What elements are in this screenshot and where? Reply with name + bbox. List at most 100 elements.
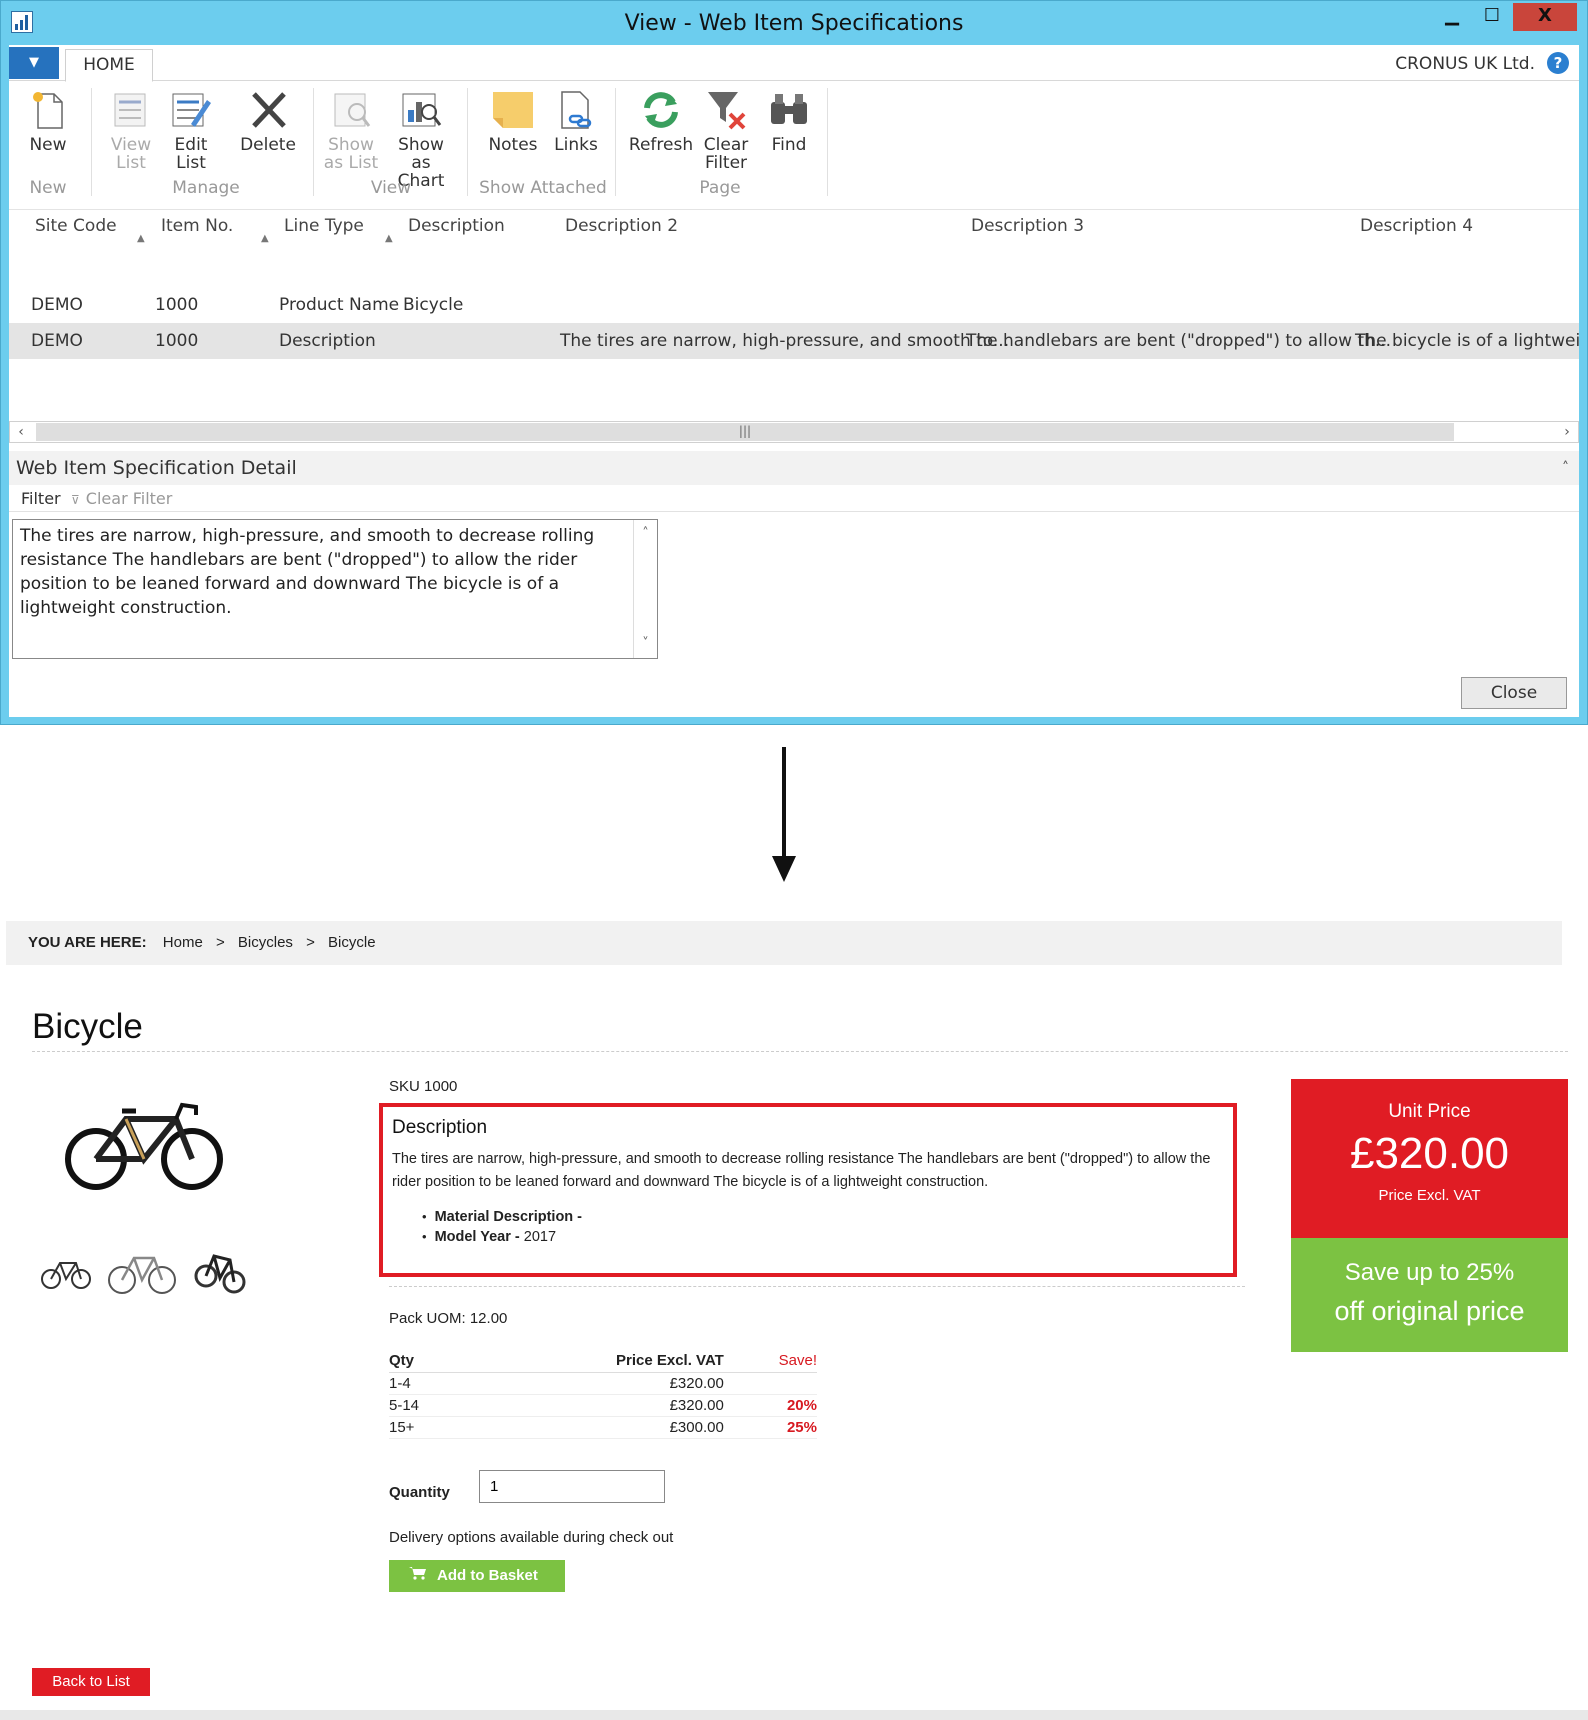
show-as-chart-button[interactable]: Show as Chart (387, 82, 455, 190)
spec-item-material: Material Description - (422, 1207, 1224, 1227)
factbox-title: Web Item Specification Detail (16, 457, 297, 479)
horizontal-scrollbar[interactable]: ‹ ||| › (9, 421, 1579, 443)
help-icon[interactable]: ? (1547, 52, 1569, 74)
group-separator (615, 88, 616, 196)
group-label-page: Page (699, 178, 741, 198)
cell-save: 20% (723, 1394, 817, 1417)
group-separator (313, 88, 314, 196)
delete-button[interactable]: Delete (235, 82, 301, 154)
pack-uom: Pack UOM: 12.00 (389, 1310, 508, 1327)
table-row: 15+ £300.00 25% (389, 1416, 817, 1439)
cell-item-no: 1000 (155, 331, 199, 351)
cell-site-code: DEMO (31, 331, 83, 351)
ribbon: New New View List Edit List Delete Manag… (9, 82, 1579, 210)
maximize-button[interactable]: ☐ (1473, 3, 1511, 31)
minimize-button[interactable]: ▁ (1433, 3, 1471, 31)
table-row[interactable]: DEMO 1000 Product Name Bicycle (9, 287, 1579, 323)
breadcrumb-bicycle[interactable]: Bicycle (328, 934, 376, 951)
binoculars-icon (767, 88, 811, 132)
column-header-site-code[interactable]: Site Code (35, 211, 117, 261)
cell-save (723, 1372, 817, 1395)
price-excl-vat-label: Price Excl. VAT (1378, 1187, 1481, 1204)
show-as-list-button[interactable]: Show as List (323, 82, 379, 172)
show-as-list-label-1: Show (328, 135, 374, 155)
column-header-description-2[interactable]: Description 2 (565, 211, 678, 261)
back-to-list-button[interactable]: Back to List (32, 1668, 150, 1696)
divider (389, 1286, 1245, 1287)
spec-value: 2017 (523, 1229, 557, 1245)
arrow-head-icon (772, 856, 796, 882)
show-as-list-icon (329, 88, 373, 132)
product-thumbnail[interactable] (106, 1235, 178, 1307)
window-client: ▼ HOME CRONUS UK Ltd. ? New New View Lis (9, 45, 1579, 717)
table-row[interactable]: DEMO 1000 Description The tires are narr… (9, 323, 1579, 359)
group-label-new: New (29, 178, 67, 198)
column-header-item-no[interactable]: Item No. (161, 211, 233, 261)
add-to-basket-button[interactable]: Add to Basket (389, 1560, 565, 1592)
add-to-basket-label: Add to Basket (437, 1567, 538, 1584)
refresh-button[interactable]: Refresh (623, 82, 699, 154)
product-thumbnail[interactable] (194, 1235, 246, 1307)
header-price: Price Excl. VAT (461, 1350, 724, 1373)
group-label-view: View (370, 178, 412, 198)
refresh-icon (639, 88, 683, 132)
edit-list-button[interactable]: Edit List (167, 82, 215, 172)
price-panel: Unit Price £320.00 Price Excl. VAT Save … (1291, 1079, 1568, 1352)
table-header-row: Qty Price Excl. VAT Save! (389, 1350, 817, 1373)
cell-qty: 1-4 (389, 1372, 462, 1395)
ribbon-tabstrip: ▼ HOME CRONUS UK Ltd. ? (9, 45, 1579, 82)
product-image[interactable] (64, 1093, 224, 1193)
company-name[interactable]: CRONUS UK Ltd. (1395, 54, 1535, 74)
breadcrumb-bicycles[interactable]: Bicycles (238, 934, 293, 951)
refresh-label: Refresh (628, 135, 694, 155)
sort-indicator-icon: ▲ (137, 233, 145, 244)
app-menu-button[interactable]: ▼ (9, 47, 59, 79)
product-thumbnail[interactable] (40, 1235, 92, 1307)
scroll-down-icon[interactable]: ˅ (634, 632, 657, 656)
breadcrumb-separator: > (215, 934, 225, 951)
clear-filter-link[interactable]: ⊽ Clear Filter (71, 486, 172, 513)
group-separator (467, 88, 468, 196)
divider (32, 1051, 1568, 1052)
new-button[interactable]: New (23, 82, 73, 154)
table-row: 5-14 £320.00 20% (389, 1394, 817, 1417)
notes-button[interactable]: Notes (483, 82, 543, 154)
close-button[interactable]: Close (1461, 677, 1567, 709)
filter-button[interactable]: Filter (21, 486, 61, 512)
view-list-icon (109, 88, 153, 132)
clear-filter-label-2: Filter (704, 153, 748, 173)
scrollbar-thumb[interactable]: ||| (36, 423, 1454, 441)
scroll-left-icon[interactable]: ‹ (10, 422, 32, 442)
column-header-description-3[interactable]: Description 3 (971, 211, 1084, 261)
view-list-button[interactable]: View List (107, 82, 155, 172)
clear-filter-button[interactable]: Clear Filter (699, 82, 753, 172)
edit-list-label-1: Edit (174, 135, 208, 155)
web-product-page: YOU ARE HERE: Home > Bicycles > Bicycle … (0, 915, 1588, 1720)
scroll-up-icon[interactable]: ˄ (634, 522, 657, 546)
vertical-scrollbar[interactable]: ˄ ˅ (633, 520, 657, 658)
factbox-filterbar: Filter ⊽ Clear Filter (9, 486, 1579, 512)
find-label: Find (771, 135, 807, 155)
column-header-description[interactable]: Description (408, 211, 505, 261)
cell-line-type: Product Name (279, 295, 400, 315)
window-close-button[interactable]: X (1513, 3, 1577, 31)
links-button[interactable]: Links (549, 82, 603, 154)
tab-home[interactable]: HOME (65, 49, 153, 82)
delete-x-icon (246, 88, 290, 132)
quantity-label: Quantity (389, 1484, 450, 1501)
factbox-header: Web Item Specification Detail ˄ (9, 451, 1579, 485)
scroll-right-icon[interactable]: › (1556, 422, 1578, 442)
group-label-show-attached: Show Attached (479, 178, 607, 198)
new-document-icon (26, 88, 70, 132)
cart-icon (409, 1560, 427, 1592)
specification-detail-textbox[interactable]: The tires are narrow, high-pressure, and… (12, 519, 658, 659)
delete-label: Delete (240, 135, 296, 155)
quantity-input[interactable] (479, 1470, 665, 1503)
show-as-list-label-2: as List (323, 153, 379, 173)
column-header-description-4[interactable]: Description 4 (1360, 211, 1473, 261)
breadcrumb-home[interactable]: Home (163, 934, 203, 951)
column-header-line-type[interactable]: Line Type (284, 211, 364, 261)
collapse-icon[interactable]: ˄ (1562, 451, 1569, 485)
find-button[interactable]: Find (761, 82, 817, 154)
spec-label: Model Year - (434, 1229, 520, 1245)
